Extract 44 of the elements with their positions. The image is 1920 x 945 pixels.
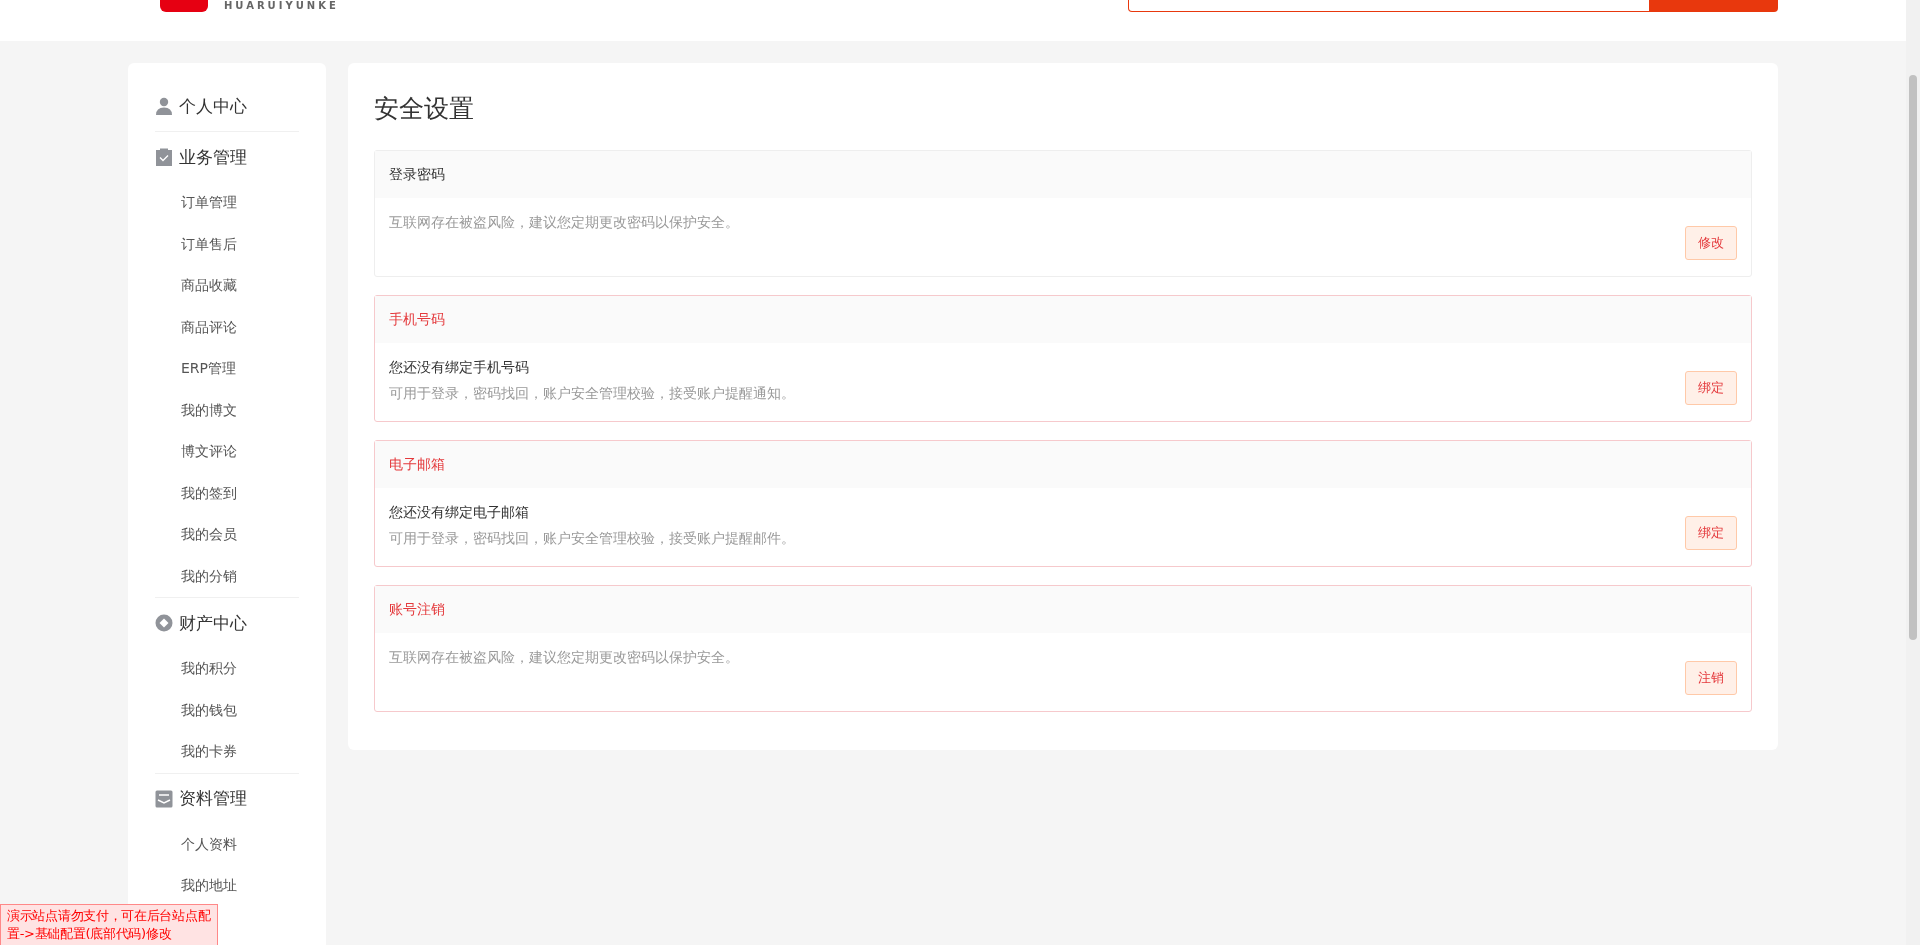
description-text: 互联网存在被盗风险，建议您定期更改密码以保护安全。 <box>389 214 739 232</box>
sidebar-item[interactable]: 我的积分 <box>155 648 299 690</box>
search-field[interactable] <box>1128 0 1650 12</box>
sidebar-item[interactable]: 我的钱包 <box>155 689 299 731</box>
action-button[interactable]: 绑定 <box>1685 371 1737 405</box>
tray-icon <box>155 789 173 808</box>
sidebar-item[interactable]: 商品评论 <box>155 306 299 348</box>
sidebar-item[interactable]: 我的卡券 <box>155 731 299 773</box>
clipboard-icon <box>155 148 173 166</box>
search-button[interactable] <box>1650 0 1778 12</box>
section-title: 手机号码 <box>389 310 445 329</box>
sidebar-item[interactable]: 商品收藏 <box>155 265 299 307</box>
section-title: 电子邮箱 <box>389 455 445 474</box>
section-title: 登录密码 <box>389 165 445 184</box>
page-title: 安全设置 <box>374 93 475 125</box>
status-text: 您还没有绑定手机号码 <box>389 359 530 377</box>
sidebar-item[interactable]: 我的会员 <box>155 514 299 556</box>
sidebar-item[interactable]: 订单售后 <box>155 223 299 265</box>
sidebar-item[interactable]: 我的签到 <box>155 472 299 514</box>
action-button[interactable]: 绑定 <box>1685 516 1737 550</box>
sidebar-item[interactable]: ERP管理 <box>155 348 299 390</box>
coin-icon <box>155 614 173 632</box>
menu-group-title[interactable]: 资料管理 <box>179 787 247 810</box>
menu-group-title[interactable]: 业务管理 <box>179 145 247 169</box>
description-text: 可用于登录，密码找回，账户安全管理校验，接受账户提醒通知。 <box>389 385 795 403</box>
scrollbar[interactable] <box>1906 0 1920 945</box>
section-title: 账号注销 <box>389 600 445 619</box>
notice-toast: 演示站点请勿支付，可在后台站点配置->基础配置(底部代码)修改 <box>0 904 218 945</box>
logo-icon <box>160 0 208 12</box>
sidebar-item[interactable]: 我的地址 <box>155 865 299 907</box>
sidebar-item[interactable]: 我的分销 <box>155 555 299 597</box>
sidebar-item[interactable]: 个人资料 <box>155 823 299 865</box>
status-text: 您还没有绑定电子邮箱 <box>389 504 530 522</box>
logo-text: HUARUIYUNKE <box>224 0 339 11</box>
menu-group-title[interactable]: 个人中心 <box>179 94 247 118</box>
sidebar-item[interactable]: 订单管理 <box>155 182 299 224</box>
person-icon <box>155 97 173 115</box>
sidebar-item[interactable]: 我的博文 <box>155 389 299 431</box>
description-text: 互联网存在被盗风险，建议您定期更改密码以保护安全。 <box>389 649 739 667</box>
action-button[interactable]: 修改 <box>1685 226 1737 260</box>
action-button[interactable]: 注销 <box>1685 661 1737 695</box>
description-text: 可用于登录，密码找回，账户安全管理校验，接受账户提醒邮件。 <box>389 530 795 548</box>
menu-group-title[interactable]: 财产中心 <box>179 611 247 635</box>
sidebar-item[interactable]: 博文评论 <box>155 431 299 473</box>
